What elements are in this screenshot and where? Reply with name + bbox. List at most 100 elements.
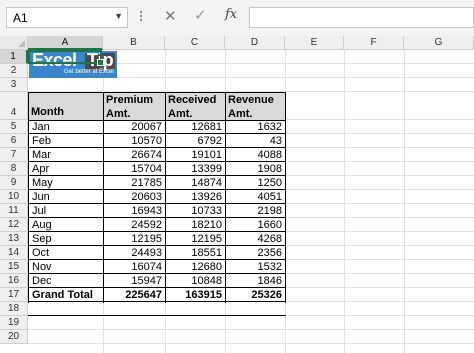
value-cell[interactable]: 4088 bbox=[226, 148, 285, 161]
value-cell[interactable]: 19101 bbox=[166, 148, 225, 161]
insert-function-icon[interactable]: fx bbox=[225, 7, 237, 22]
table-border-horizontal bbox=[28, 217, 286, 218]
month-cell[interactable]: Mar bbox=[29, 148, 103, 161]
month-cell[interactable]: Aug bbox=[29, 218, 103, 231]
value-cell[interactable]: 24592 bbox=[104, 218, 165, 231]
formula-bar: A1 ▼ ✕ ✓ fx bbox=[0, 0, 474, 37]
row-header-7[interactable]: 7 bbox=[0, 148, 28, 162]
row-header-6[interactable]: 6 bbox=[0, 134, 28, 148]
value-cell[interactable]: 15947 bbox=[104, 274, 165, 287]
month-cell[interactable]: Feb bbox=[29, 134, 103, 147]
row-header-8[interactable]: 8 bbox=[0, 162, 28, 176]
value-cell[interactable]: 43 bbox=[226, 134, 285, 147]
value-cell[interactable]: 1660 bbox=[226, 218, 285, 231]
formula-input[interactable] bbox=[249, 7, 474, 28]
month-cell[interactable]: Sep bbox=[29, 232, 103, 245]
row-header-4[interactable]: 4 bbox=[0, 92, 28, 120]
row-header-1[interactable]: 1 bbox=[0, 50, 28, 64]
header-revenue[interactable]: Revenue Amt. bbox=[226, 93, 285, 120]
active-cell-selection[interactable] bbox=[28, 50, 104, 66]
column-header-c[interactable]: C bbox=[165, 36, 225, 50]
column-header-a[interactable]: A bbox=[28, 36, 103, 50]
row-header-11[interactable]: 11 bbox=[0, 204, 28, 218]
name-box[interactable]: A1 ▼ bbox=[6, 7, 128, 28]
value-cell[interactable]: 10570 bbox=[104, 134, 165, 147]
value-cell[interactable]: 4051 bbox=[226, 190, 285, 203]
row-header-17[interactable]: 17 bbox=[0, 288, 28, 302]
row-number: 1 bbox=[10, 51, 16, 62]
month-cell[interactable]: May bbox=[29, 176, 103, 189]
row-header-3[interactable]: 3 bbox=[0, 78, 28, 92]
value-cell[interactable]: 24493 bbox=[104, 246, 165, 259]
cancel-icon[interactable]: ✕ bbox=[164, 7, 177, 25]
column-header-e[interactable]: E bbox=[285, 36, 344, 50]
value-cell[interactable]: 1846 bbox=[226, 274, 285, 287]
value-cell[interactable]: 4268 bbox=[226, 232, 285, 245]
month-cell[interactable]: Jun bbox=[29, 190, 103, 203]
value-cell[interactable]: 6792 bbox=[166, 134, 225, 147]
value-cell[interactable]: 10733 bbox=[166, 204, 225, 217]
column-header-b[interactable]: B bbox=[103, 36, 165, 50]
value-cell[interactable]: 15704 bbox=[104, 162, 165, 175]
month-cell[interactable]: Jan bbox=[29, 120, 103, 133]
value-cell[interactable]: 20603 bbox=[104, 190, 165, 203]
row-header-9[interactable]: 9 bbox=[0, 176, 28, 190]
row-header-20[interactable]: 20 bbox=[0, 330, 28, 344]
table-border-horizontal bbox=[28, 245, 286, 246]
value-cell[interactable]: 16074 bbox=[104, 260, 165, 273]
grand-total-cell[interactable]: Grand Total bbox=[29, 288, 103, 301]
grand-total-cell[interactable]: 225647 bbox=[104, 288, 165, 301]
value-cell[interactable]: 2198 bbox=[226, 204, 285, 217]
row-header-15[interactable]: 15 bbox=[0, 260, 28, 274]
enter-check-icon[interactable]: ✓ bbox=[194, 6, 207, 24]
column-header-f[interactable]: F bbox=[344, 36, 404, 50]
month-cell[interactable]: Nov bbox=[29, 260, 103, 273]
header-month[interactable]: Month bbox=[29, 93, 103, 120]
month-cell[interactable]: Apr bbox=[29, 162, 103, 175]
value-cell[interactable]: 18551 bbox=[166, 246, 225, 259]
row-header-13[interactable]: 13 bbox=[0, 232, 28, 246]
table-border-horizontal bbox=[28, 273, 286, 274]
month-cell[interactable]: Dec bbox=[29, 274, 103, 287]
column-header-g[interactable]: G bbox=[404, 36, 474, 50]
value-cell[interactable]: 2356 bbox=[226, 246, 285, 259]
column-header-d[interactable]: D bbox=[225, 36, 285, 50]
month-cell[interactable]: Oct bbox=[29, 246, 103, 259]
grand-total-cell[interactable]: 163915 bbox=[166, 288, 225, 301]
value-cell[interactable]: 1532 bbox=[226, 260, 285, 273]
row-header-5[interactable]: 5 bbox=[0, 120, 28, 134]
row-header-2[interactable]: 2 bbox=[0, 64, 28, 78]
row-header-19[interactable]: 19 bbox=[0, 316, 28, 330]
value-cell[interactable]: 14874 bbox=[166, 176, 225, 189]
row-header-14[interactable]: 14 bbox=[0, 246, 28, 260]
value-cell[interactable]: 12195 bbox=[104, 232, 165, 245]
value-cell[interactable]: 16943 bbox=[104, 204, 165, 217]
value-cell[interactable]: 1632 bbox=[226, 120, 285, 133]
value-cell[interactable]: 13399 bbox=[166, 162, 225, 175]
value-cell[interactable]: 10848 bbox=[166, 274, 225, 287]
table-border-vertical bbox=[285, 92, 286, 303]
row-header-16[interactable]: 16 bbox=[0, 274, 28, 288]
value-cell[interactable]: 12681 bbox=[166, 120, 225, 133]
value-cell[interactable]: 12195 bbox=[166, 232, 225, 245]
value-cell[interactable]: 13926 bbox=[166, 190, 225, 203]
value-cell[interactable]: 1250 bbox=[226, 176, 285, 189]
grand-total-cell[interactable]: 25326 bbox=[226, 288, 285, 301]
row-header-10[interactable]: 10 bbox=[0, 190, 28, 204]
value-cell[interactable]: 21785 bbox=[104, 176, 165, 189]
value-cell[interactable]: 12680 bbox=[166, 260, 225, 273]
more-options-icon[interactable] bbox=[138, 9, 144, 25]
table-border-horizontal bbox=[28, 315, 286, 316]
month-cell[interactable]: Jul bbox=[29, 204, 103, 217]
row-header-12[interactable]: 12 bbox=[0, 218, 28, 232]
value-cell[interactable]: 26674 bbox=[104, 148, 165, 161]
value-cell[interactable]: 18210 bbox=[166, 218, 225, 231]
row-number: 8 bbox=[10, 163, 17, 174]
value-cell[interactable]: 20067 bbox=[104, 120, 165, 133]
header-received[interactable]: Received Amt. bbox=[166, 93, 225, 120]
header-premium[interactable]: Premium Amt. bbox=[104, 93, 165, 120]
select-all-button[interactable] bbox=[0, 36, 28, 50]
chevron-down-icon[interactable]: ▼ bbox=[114, 11, 123, 21]
row-header-18[interactable]: 18 bbox=[0, 302, 28, 316]
value-cell[interactable]: 1908 bbox=[226, 162, 285, 175]
